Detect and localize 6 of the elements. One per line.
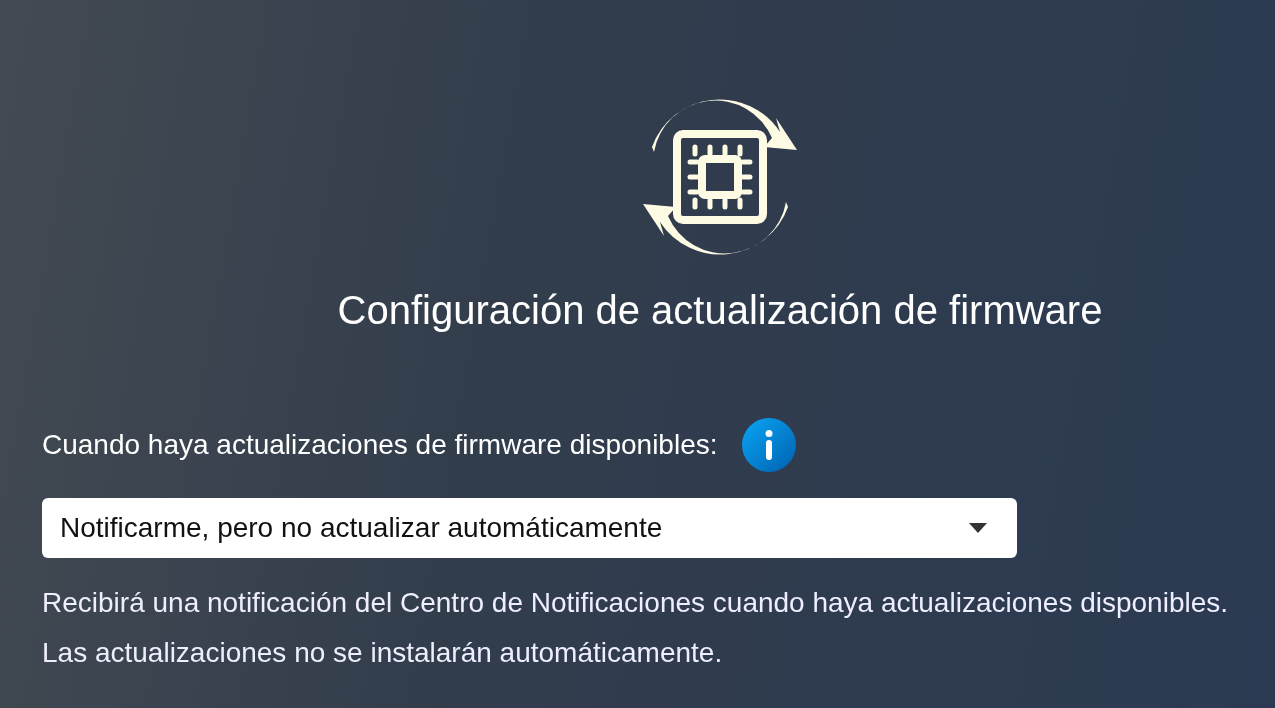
- update-mode-dropdown[interactable]: Notificarme, pero no actualizar automáticamente: [42, 498, 1017, 558]
- setting-description: Recibirá una notificación del Centro de Notificaciones cuando haya actualizaciones disponibles. Las actualizaciones no se instalarán automáticamente.: [42, 586, 1230, 670]
- setting-label: Cuando haya actualizaciones de firmware disponibles:: [42, 429, 718, 461]
- info-icon[interactable]: [741, 418, 796, 472]
- page-title: Configuración de actualización de firmware: [337, 287, 1103, 334]
- caret-icon: [969, 523, 987, 533]
